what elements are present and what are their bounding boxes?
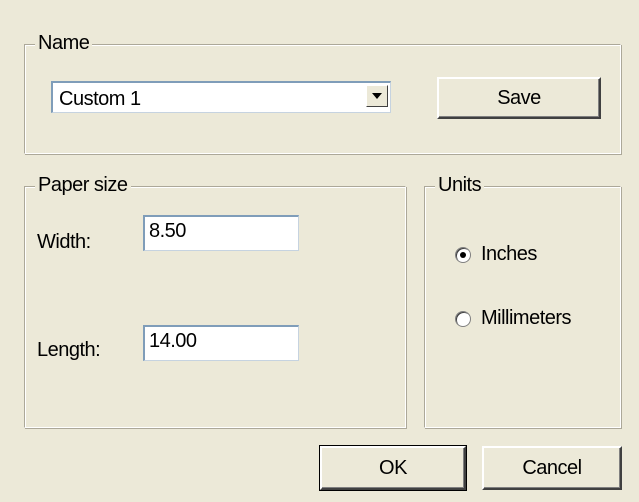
save-button[interactable]: Save bbox=[437, 77, 601, 119]
units-group: Units Inches Millimeters bbox=[424, 173, 621, 428]
length-label: Length: bbox=[37, 339, 101, 361]
ok-button[interactable]: OK bbox=[319, 445, 467, 491]
millimeters-radio[interactable] bbox=[455, 310, 471, 327]
custom-paper-size-dialog: Name Custom 1 Save Paper size Width: 8.5… bbox=[0, 0, 639, 502]
cancel-button-label: Cancel bbox=[522, 456, 582, 479]
inches-radio[interactable] bbox=[455, 246, 471, 263]
inches-label: Inches bbox=[481, 243, 537, 265]
name-combo-box[interactable]: Custom 1 bbox=[51, 81, 391, 113]
save-button-label: Save bbox=[497, 86, 541, 109]
units-option-inches[interactable]: Inches bbox=[455, 243, 537, 266]
name-combo-value: Custom 1 bbox=[59, 88, 141, 110]
cancel-button[interactable]: Cancel bbox=[482, 446, 622, 490]
radio-selected-dot bbox=[460, 251, 466, 258]
units-option-millimeters[interactable]: Millimeters bbox=[455, 307, 572, 330]
name-group-legend: Name bbox=[35, 31, 93, 55]
combo-dropdown-button[interactable] bbox=[366, 85, 388, 107]
chevron-down-icon bbox=[372, 93, 382, 99]
paper-size-legend: Paper size bbox=[35, 173, 131, 197]
width-label: Width: bbox=[37, 231, 91, 253]
units-legend: Units bbox=[435, 173, 485, 197]
length-input[interactable]: 14.00 bbox=[143, 325, 299, 361]
ok-button-label: OK bbox=[379, 456, 407, 479]
name-group: Name Custom 1 Save bbox=[24, 31, 621, 154]
paper-size-group: Paper size Width: 8.50 Length: 14.00 bbox=[24, 173, 406, 428]
width-input[interactable]: 8.50 bbox=[143, 215, 299, 251]
millimeters-label: Millimeters bbox=[481, 307, 572, 329]
